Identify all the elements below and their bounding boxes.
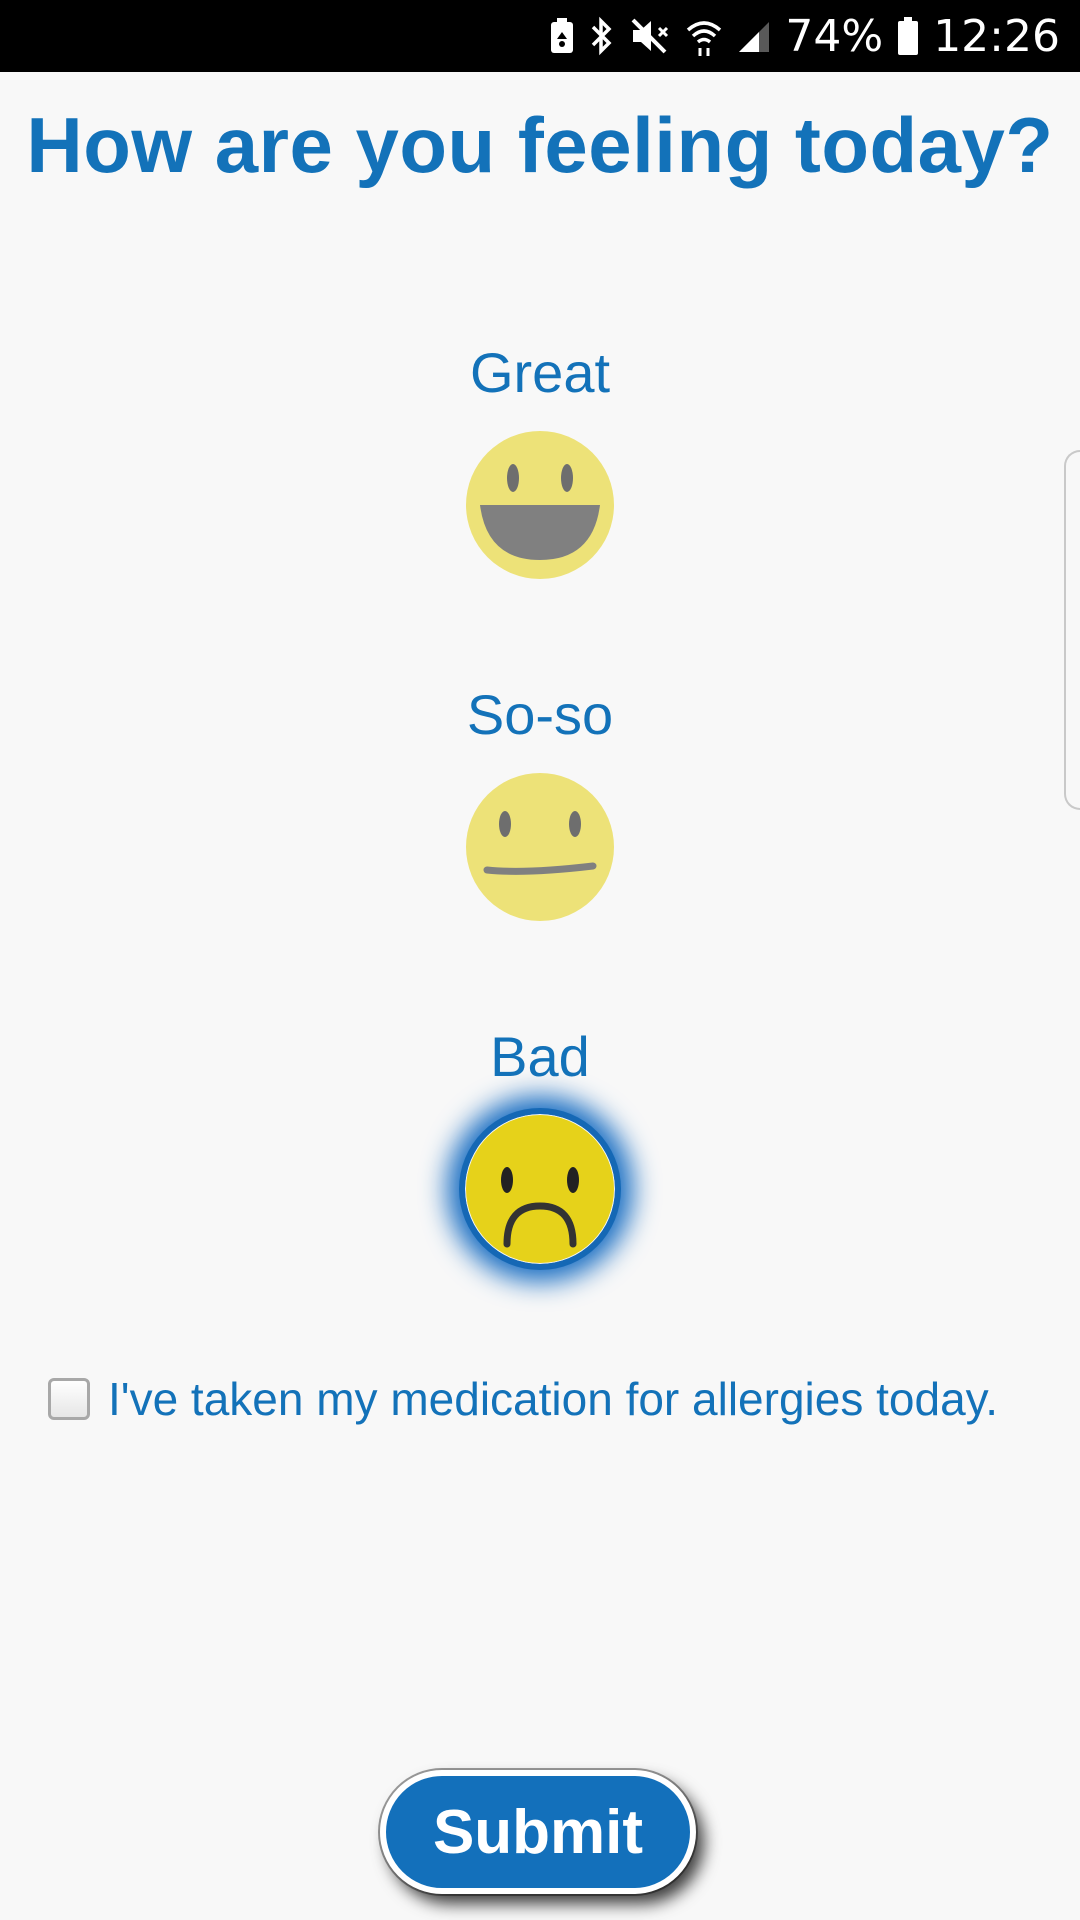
medication-checkbox-label[interactable]: I've taken my medication for allergies t… [108, 1372, 998, 1426]
mood-label-so-so: So-so [466, 683, 614, 746]
mute-icon [629, 16, 671, 56]
mood-label-great: Great [469, 341, 611, 404]
medication-checkbox-row[interactable]: I've taken my medication for allergies t… [48, 1372, 998, 1426]
mood-label-bad: Bad [490, 1025, 590, 1088]
medication-checkbox[interactable] [48, 1378, 90, 1420]
edge-panel-handle[interactable] [1064, 450, 1080, 810]
bluetooth-icon [589, 15, 615, 57]
status-bar: 74% 12:26 [0, 0, 1080, 72]
battery-percent: 74% [785, 10, 884, 62]
submit-button[interactable]: Submit [380, 1770, 696, 1894]
battery-saver-icon [549, 17, 575, 55]
signal-icon [737, 18, 771, 54]
page-title: How are you feeling today? [26, 101, 1054, 189]
wifi-icon [685, 16, 723, 56]
mood-option-so-so[interactable]: So-so [390, 680, 690, 922]
status-icons: 74% 12:26 [549, 0, 1060, 72]
sad-face-icon[interactable] [465, 1114, 615, 1264]
mood-option-great[interactable]: Great [390, 338, 690, 580]
mood-option-bad[interactable]: Bad [390, 1022, 690, 1264]
grinning-face-icon[interactable] [465, 430, 615, 580]
neutral-face-icon[interactable] [465, 772, 615, 922]
clock: 12:26 [933, 10, 1060, 62]
battery-icon [897, 16, 919, 56]
